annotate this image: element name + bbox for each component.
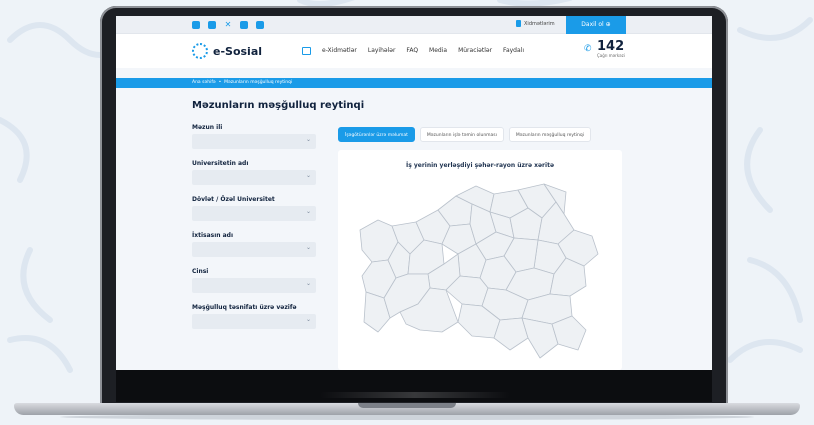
login-label: Daxil ol — [581, 21, 604, 28]
nav-item-applications[interactable]: Müraciətlər — [458, 47, 492, 54]
breadcrumb-current: Məzunların məşğulluq reytinqi — [224, 80, 293, 85]
my-services-link[interactable]: Xidmətlərim — [516, 20, 555, 27]
university-select[interactable]: ⌄ — [192, 170, 316, 185]
breadcrumb-home[interactable]: Ana səhifə — [192, 80, 216, 85]
instagram-icon[interactable] — [208, 21, 216, 29]
hotline[interactable]: ✆ 142 Çağrı mərkəzi — [584, 40, 625, 58]
login-button[interactable]: Daxil ol ⊕ — [566, 16, 626, 34]
position-select[interactable]: ⌄ — [192, 314, 316, 329]
nav-item-media[interactable]: Media — [429, 47, 447, 54]
laptop-notch — [358, 403, 456, 408]
social-links: ✕ — [192, 21, 264, 29]
tab-employers-info[interactable]: İşəgötürənlər üzrə məlumat — [338, 127, 415, 142]
tab-employment-rating[interactable]: Məzunların məşğulluq reytinqi — [508, 127, 592, 142]
map-card: İş yerinin yerləşdiyi şəhər-rayon üzrə x… — [338, 150, 622, 370]
bookmark-icon — [516, 20, 521, 27]
chevron-down-icon: ⌄ — [305, 172, 311, 179]
map-region[interactable] — [493, 317, 529, 351]
nav-menu: e-Xidmətlər Layihələr FAQ Media Müraciət… — [322, 47, 524, 54]
filter-label-university: Universitetin adı — [192, 160, 249, 167]
region-map[interactable] — [358, 182, 602, 362]
chevron-down-icon: ⌄ — [305, 280, 311, 287]
site-logo[interactable]: e-Sosial — [192, 43, 262, 59]
logo-mark-icon — [192, 43, 208, 59]
filter-label-gender: Cinsi — [192, 268, 209, 275]
chevron-down-icon: ⌄ — [305, 208, 311, 215]
hotline-number: 142 — [597, 39, 625, 54]
page-title: Məzunların məşğulluq reytinqi — [192, 100, 365, 111]
top-utility-bar: ✕ Xidmətlərim Daxil ol ⊕ — [116, 16, 712, 34]
breadcrumb: Ana səhifə • Məzunların məşğulluq reytin… — [116, 78, 712, 88]
phone-icon: ✆ — [584, 43, 592, 54]
filter-label-position: Məşğulluq təsnifatı üzrə vəzifə — [192, 304, 297, 311]
logo-text: e-Sosial — [213, 44, 263, 58]
chevron-down-icon: ⌄ — [305, 316, 311, 323]
chevron-down-icon: ⌄ — [305, 244, 311, 251]
youtube-icon[interactable] — [240, 21, 248, 29]
breadcrumb-separator: • — [218, 80, 222, 85]
filter-label-specialty: İxtisasın adı — [192, 232, 234, 239]
browser-screen: ✕ Xidmətlərim Daxil ol ⊕ e-Sosial e-Xidm… — [116, 16, 712, 370]
filter-panel: Məzun ili ⌄ Universitetin adı ⌄ Dövlət /… — [192, 124, 324, 340]
specialty-select[interactable]: ⌄ — [192, 242, 316, 257]
nav-item-projects[interactable]: Layihələr — [368, 47, 396, 54]
graduation-year-select[interactable]: ⌄ — [192, 134, 316, 149]
facebook-icon[interactable] — [192, 21, 200, 29]
nav-item-faq[interactable]: FAQ — [406, 47, 418, 54]
view-tabs: İşəgötürənlər üzrə məlumat Məzunların iş… — [338, 127, 592, 142]
main-navbar: e-Sosial e-Xidmətlər Layihələr FAQ Media… — [116, 34, 712, 68]
home-icon[interactable] — [302, 47, 311, 55]
gender-select[interactable]: ⌄ — [192, 278, 316, 293]
filter-label-graduation-year: Məzun ili — [192, 124, 223, 131]
chevron-down-icon: ⌄ — [305, 136, 311, 143]
map-title: İş yerinin yerləşdiyi şəhər-rayon üzrə x… — [405, 162, 555, 169]
filter-label-university-type: Dövlət / Özəl Universitet — [192, 196, 275, 203]
nav-item-useful[interactable]: Faydalı — [503, 47, 524, 54]
x-icon[interactable]: ✕ — [224, 21, 232, 29]
nav-item-e-services[interactable]: e-Xidmətlər — [322, 47, 357, 54]
university-type-select[interactable]: ⌄ — [192, 206, 316, 221]
keyboard-reflection — [320, 392, 510, 398]
login-icon: ⊕ — [605, 21, 611, 28]
my-services-label: Xidmətlərim — [524, 20, 555, 27]
tab-graduate-employment[interactable]: Məzunların işlə təmin olunması — [419, 127, 504, 142]
linkedin-icon[interactable] — [256, 21, 264, 29]
hotline-caption: Çağrı mərkəzi — [597, 53, 625, 58]
